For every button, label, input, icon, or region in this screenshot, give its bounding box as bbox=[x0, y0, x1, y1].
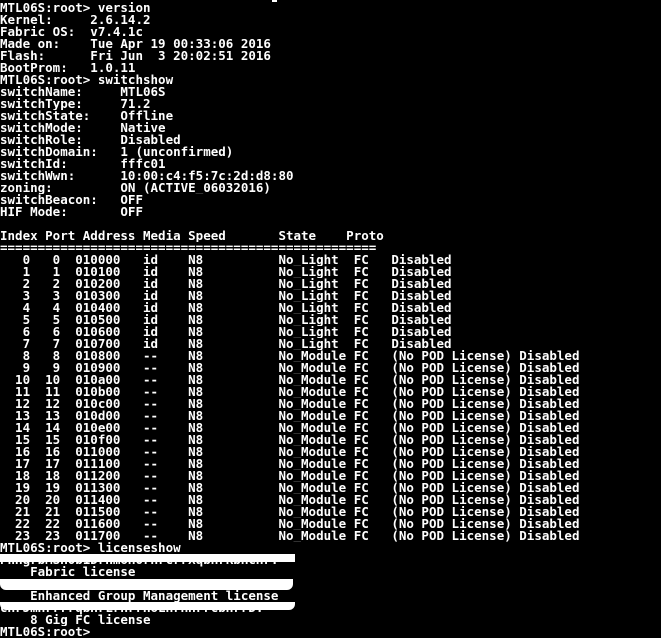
redaction-bar-2 bbox=[0, 579, 293, 590]
license-description-3: 8 Gig FC license bbox=[0, 614, 151, 626]
table-row: 17 17 011100 -- N8 No_Module FC (No POD … bbox=[0, 458, 580, 470]
table-row: 19 19 011300 -- N8 No_Module FC (No POD … bbox=[0, 482, 580, 494]
port-table-separator: ========================================… bbox=[0, 242, 377, 254]
table-row: 10 10 010a00 -- N8 No_Module FC (No POD … bbox=[0, 374, 580, 386]
table-row: 12 12 010c00 -- N8 No_Module FC (No POD … bbox=[0, 398, 580, 410]
table-row: 15 15 010f00 -- N8 No_Module FC (No POD … bbox=[0, 434, 580, 446]
table-row: 22 22 011600 -- N8 No_Module FC (No POD … bbox=[0, 518, 580, 530]
license-key-line-3: cHrJmHrrrrqbHrLrHrrHoLHrHHrrcbHrrD: bbox=[0, 601, 661, 614]
redaction-bar-1 bbox=[0, 554, 295, 562]
table-row: 3 3 010300 id N8 No_Light FC Disabled bbox=[0, 290, 452, 302]
table-row: 9 9 010900 -- N8 No_Module FC (No POD Li… bbox=[0, 362, 580, 374]
table-row: 5 5 010500 id N8 No_Light FC Disabled bbox=[0, 314, 452, 326]
table-row: 14 14 010e00 -- N8 No_Module FC (No POD … bbox=[0, 422, 580, 434]
prompt-line-switchshow: MTL06S:root> switchshow bbox=[0, 74, 174, 86]
license-key-line-1: PnHgrbMSHOb1DrHmoHOrHrcrrXqbHrRbHcHr: bbox=[0, 553, 661, 566]
switchshow-switchmode: switchMode: Native bbox=[0, 122, 166, 134]
license-description-1: Fabric license bbox=[0, 566, 136, 578]
redaction-bar-3 bbox=[0, 602, 295, 610]
license-key-line-2: : bbox=[0, 577, 661, 590]
table-row: 6 6 010600 id N8 No_Light FC Disabled bbox=[0, 326, 452, 338]
switchshow-hifmode: HIF Mode: OFF bbox=[0, 206, 143, 218]
table-row: 4 4 010400 id N8 No_Light FC Disabled bbox=[0, 302, 452, 314]
switchshow-switchname: switchName: MTL06S bbox=[0, 86, 166, 98]
version-kernel-line: Kernel: 2.6.14.2 bbox=[0, 14, 151, 26]
table-row: 7 7 010700 id N8 No_Light FC Disabled bbox=[0, 338, 452, 350]
version-flash-line: Flash: Fri Jun 3 20:02:51 2016 bbox=[0, 50, 271, 62]
version-madeon-line: Made on: Tue Apr 19 00:33:06 2016 bbox=[0, 38, 271, 50]
table-row: 0 0 010000 id N8 No_Light FC Disabled bbox=[0, 254, 452, 266]
switchshow-switchbeacon: switchBeacon: OFF bbox=[0, 194, 143, 206]
table-row: 11 11 010b00 -- N8 No_Module FC (No POD … bbox=[0, 386, 580, 398]
table-row: 8 8 010800 -- N8 No_Module FC (No POD Li… bbox=[0, 350, 580, 362]
table-row: 20 20 011400 -- N8 No_Module FC (No POD … bbox=[0, 494, 580, 506]
version-bootprom-line: BootProm: 1.0.11 bbox=[0, 62, 136, 74]
prompt-line-version: MTL06S:root> version bbox=[0, 2, 151, 14]
terminal-window[interactable]: MTL06S:root> version Kernel: 2.6.14.2 Fa… bbox=[0, 0, 661, 638]
switchshow-switchstate: switchState: Offline bbox=[0, 110, 174, 122]
table-row: 16 16 011000 -- N8 No_Module FC (No POD … bbox=[0, 446, 580, 458]
version-fabricos-line: Fabric OS: v7.4.1c bbox=[0, 26, 143, 38]
port-table-header: Index Port Address Media Speed State Pro… bbox=[0, 230, 384, 242]
table-row: 2 2 010200 id N8 No_Light FC Disabled bbox=[0, 278, 452, 290]
switchshow-switchtype: switchType: 71.2 bbox=[0, 98, 151, 110]
switchshow-switchid: switchId: fffc01 bbox=[0, 158, 166, 170]
table-row: 21 21 011500 -- N8 No_Module FC (No POD … bbox=[0, 506, 580, 518]
table-row: 13 13 010d00 -- N8 No_Module FC (No POD … bbox=[0, 410, 580, 422]
switchshow-zoning: zoning: ON (ACTIVE_06032016) bbox=[0, 182, 271, 194]
switchshow-switchrole: switchRole: Disabled bbox=[0, 134, 181, 146]
switchshow-switchdomain: switchDomain: 1 (unconfirmed) bbox=[0, 146, 234, 158]
switchshow-switchwwn: switchWwn: 10:00:c4:f5:7c:2d:d8:80 bbox=[0, 170, 294, 182]
table-row: 1 1 010100 id N8 No_Light FC Disabled bbox=[0, 266, 452, 278]
table-row: 23 23 011700 -- N8 No_Module FC (No POD … bbox=[0, 530, 580, 542]
scroll-mark bbox=[272, 0, 277, 2]
prompt-line-final[interactable]: MTL06S:root> bbox=[0, 626, 661, 638]
table-row: 18 18 011200 -- N8 No_Module FC (No POD … bbox=[0, 470, 580, 482]
